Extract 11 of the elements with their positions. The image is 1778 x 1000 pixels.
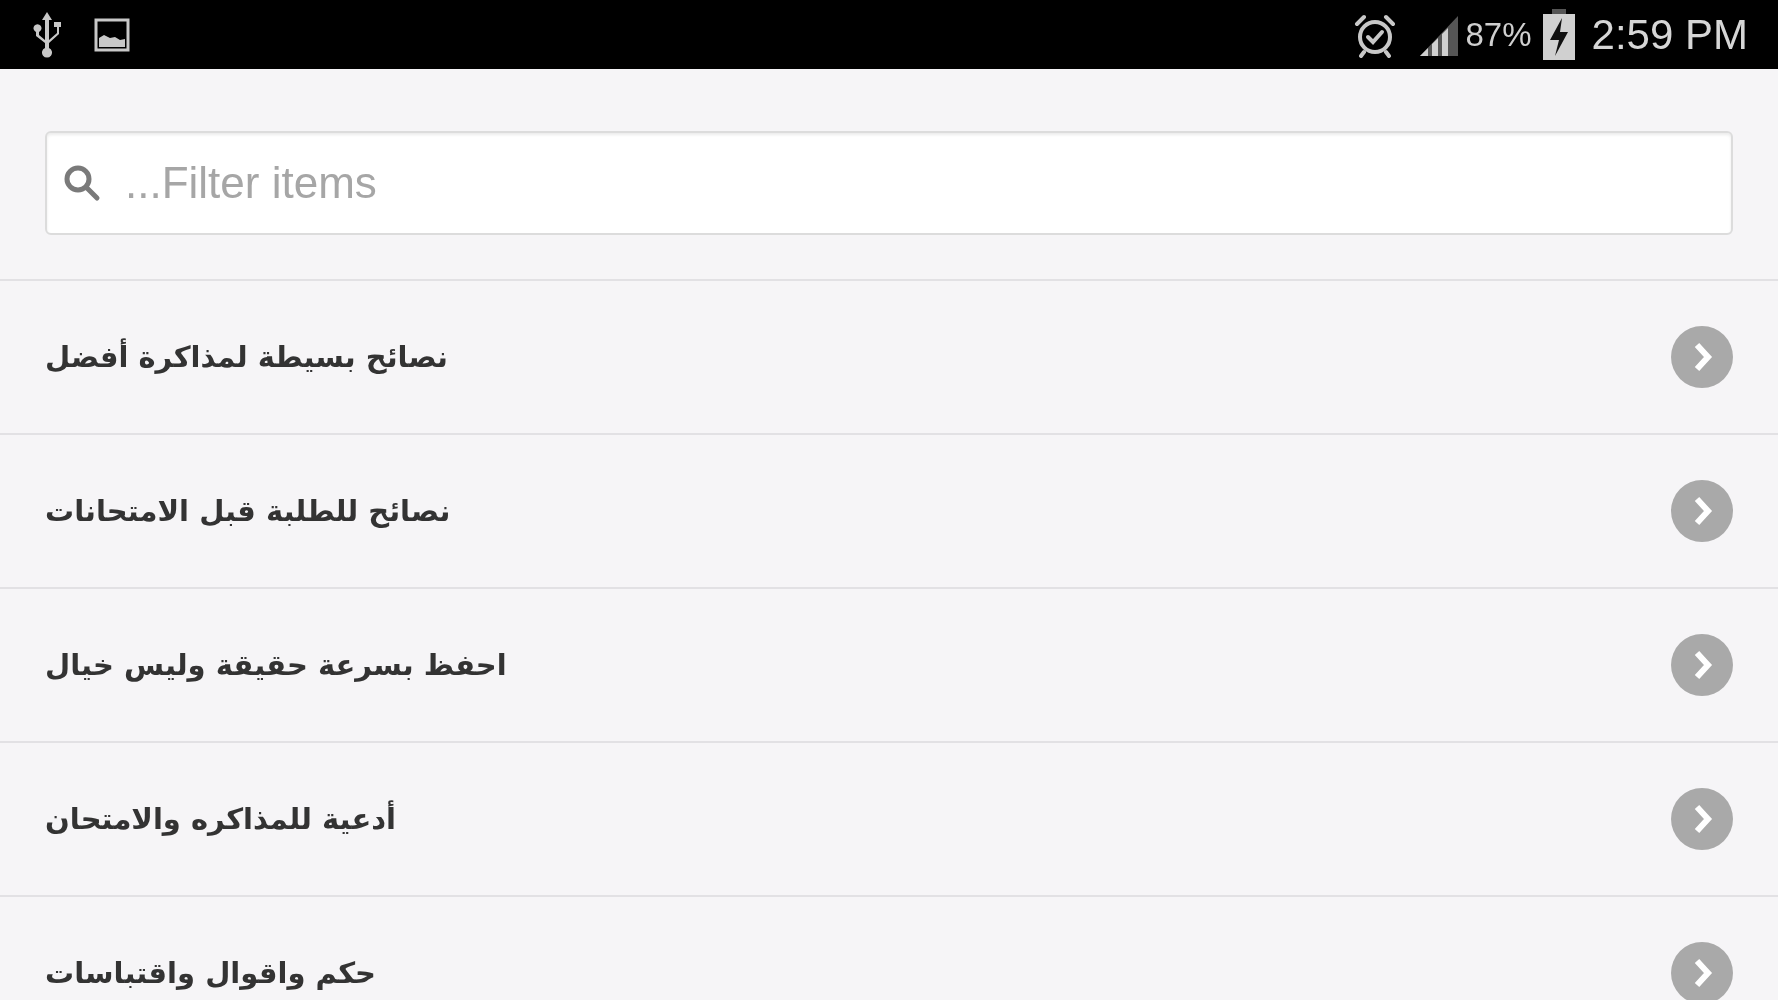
battery-charging-icon (1541, 7, 1576, 62)
chevron-right-icon (1671, 480, 1733, 542)
search-icon (63, 164, 101, 202)
image-icon (94, 17, 130, 52)
chevron-right-icon (1671, 634, 1733, 696)
battery-percentage: 87% (1465, 14, 1532, 55)
search-field[interactable]: ...Filter items (45, 131, 1733, 235)
clock-time: 2:59 PM (1591, 10, 1748, 60)
chevron-right-icon (1671, 788, 1733, 850)
chevron-right-icon (1671, 326, 1733, 388)
chevron-right-icon (1671, 942, 1733, 1000)
